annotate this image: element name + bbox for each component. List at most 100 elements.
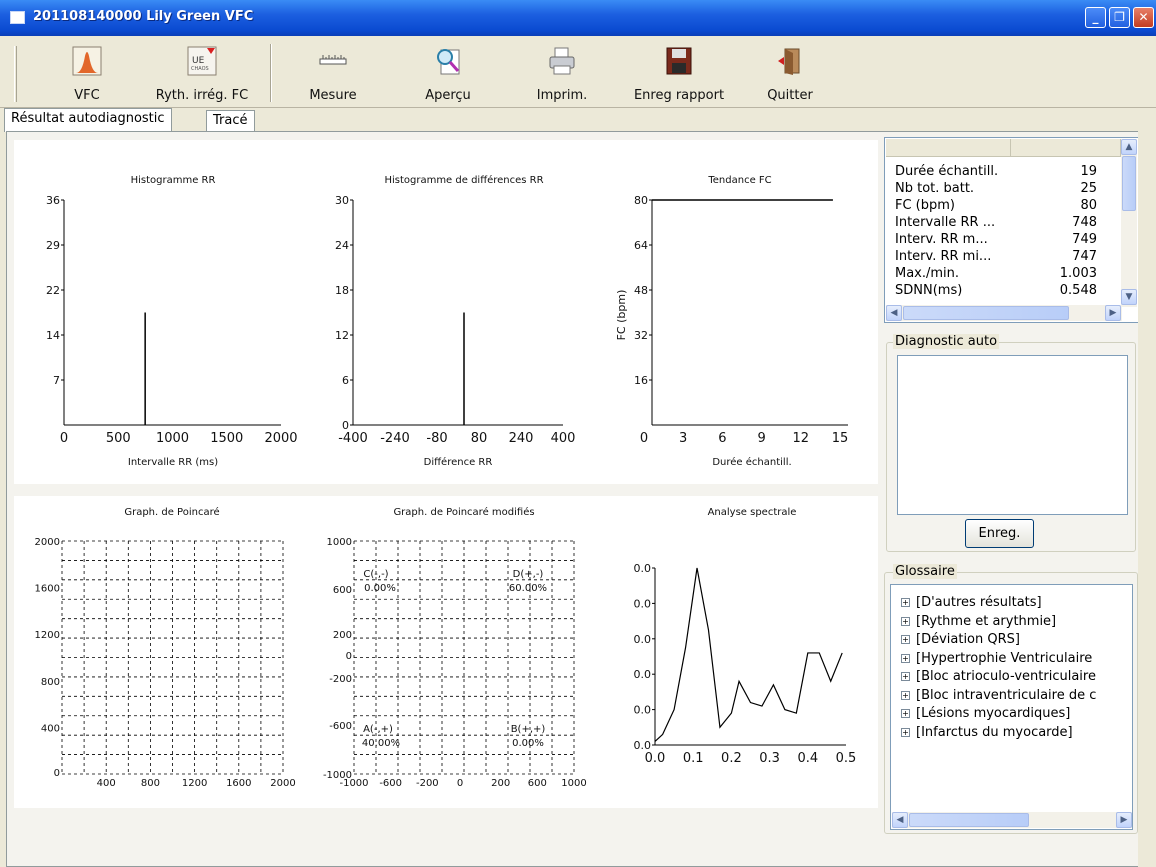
result-key: Max./min. xyxy=(895,266,960,281)
result-value: 80 xyxy=(1080,198,1097,213)
x-tick-label: 1600 xyxy=(226,778,251,789)
scroll-thumb[interactable] xyxy=(903,306,1069,320)
right-margin xyxy=(1138,131,1152,867)
y-tick-label: 64 xyxy=(634,239,648,252)
glossary-tree[interactable]: + [D'autres résultats] + [Rythme et arythmi… xyxy=(890,584,1133,830)
result-value: 1.003 xyxy=(1059,266,1097,281)
result-row[interactable]: Durée échantill. 19 xyxy=(895,164,1115,181)
x-tick-label: 3 xyxy=(679,431,687,446)
restore-button[interactable]: ❐ xyxy=(1109,7,1130,28)
quadrant-c-value: 0.00% xyxy=(364,583,396,594)
scroll-up-icon[interactable]: ▲ xyxy=(1121,139,1137,155)
x-tick-label: 12 xyxy=(793,431,810,446)
app-window: 201108140000 Lily Green VFC _ ❐ ✕ VFC UE… xyxy=(0,0,1156,867)
glossary-item[interactable]: + [Rythme et arythmie] xyxy=(901,614,1056,629)
result-key: Nb tot. batt. xyxy=(895,181,975,196)
x-tick-label: 400 xyxy=(97,778,116,789)
y-tick-label: 0.0 xyxy=(634,597,652,610)
y-tick-label: 7 xyxy=(53,374,60,387)
expand-plus-icon[interactable]: + xyxy=(901,616,910,626)
x-axis-label: Intervalle RR (ms) xyxy=(128,457,218,468)
y-tick-label: 400 xyxy=(41,723,60,734)
chart-title: Graph. de Poincaré modifiés xyxy=(393,506,534,518)
glossary-hscroll[interactable]: ◀ ▶ xyxy=(892,812,1132,828)
quadrant-d-value: 60.00% xyxy=(509,583,547,594)
y-tick-label: -200 xyxy=(329,674,352,685)
glossary-item[interactable]: + [Déviation QRS] xyxy=(901,632,1020,647)
scroll-right-icon[interactable]: ▶ xyxy=(1105,305,1121,321)
glossary-item[interactable]: + [Hypertrophie Ventriculaire xyxy=(901,651,1092,666)
x-tick-label: 1000 xyxy=(156,431,189,446)
glossary-item[interactable]: + [Lésions myocardiques] xyxy=(901,706,1070,721)
x-tick-label: 800 xyxy=(141,778,160,789)
x-tick-label: -200 xyxy=(416,778,439,789)
y-axis-label: FC (bpm) xyxy=(615,290,628,341)
glossary-item[interactable]: + [Bloc intraventriculaire de c xyxy=(901,688,1096,703)
expand-plus-icon[interactable]: + xyxy=(901,727,910,737)
scroll-down-icon[interactable]: ▼ xyxy=(1121,289,1137,305)
y-tick-label: 36 xyxy=(46,194,60,207)
close-button[interactable]: ✕ xyxy=(1133,7,1154,28)
minimize-button[interactable]: _ xyxy=(1085,7,1106,28)
y-tick-label: 6 xyxy=(342,374,349,387)
scroll-left-icon[interactable]: ◀ xyxy=(892,812,908,828)
y-tick-label: 1600 xyxy=(35,584,60,595)
y-tick-label: 48 xyxy=(634,284,648,297)
x-tick-label: 0.1 xyxy=(683,751,704,766)
scroll-left-icon[interactable]: ◀ xyxy=(886,305,902,321)
save-diagnostic-button[interactable]: Enreg. xyxy=(965,519,1034,548)
result-row[interactable]: SDNN(ms) 0.548 xyxy=(895,283,1115,300)
result-value: 25 xyxy=(1080,181,1097,196)
glossary-item[interactable]: + [Infarctus du myocarde] xyxy=(901,725,1073,740)
glossary-item[interactable]: + [Bloc atrioculo-ventriculaire xyxy=(901,669,1096,684)
result-row[interactable]: Interv. RR mi... 747 xyxy=(895,249,1115,266)
result-row[interactable]: Max./min. 1.003 xyxy=(895,266,1115,283)
result-row[interactable]: Nb tot. batt. 25 xyxy=(895,181,1115,198)
results-hscroll[interactable]: ◀ ▶ xyxy=(886,305,1122,321)
x-tick-label: 9 xyxy=(757,431,765,446)
diagnostic-label: Diagnostic auto xyxy=(893,334,1000,349)
quadrant-b-label: B(+,+) xyxy=(511,724,546,735)
chart-title: Histogramme de différences RR xyxy=(384,174,543,186)
y-tick-label: 0.0 xyxy=(634,562,652,575)
x-tick-label: -400 xyxy=(338,431,368,446)
x-tick-label: 500 xyxy=(106,431,131,446)
y-tick-label: 800 xyxy=(41,677,60,688)
scroll-thumb[interactable] xyxy=(1122,156,1136,211)
expand-plus-icon[interactable]: + xyxy=(901,598,910,607)
glossary-item-label: [Infarctus du myocarde] xyxy=(916,724,1073,740)
x-tick-label: 600 xyxy=(528,778,547,789)
y-tick-label: 0.0 xyxy=(634,704,652,717)
glossary-item[interactable]: + [D'autres résultats] xyxy=(901,595,1042,610)
y-tick-label: 0 xyxy=(54,768,60,779)
result-key: Interv. RR m... xyxy=(895,232,988,247)
expand-plus-icon[interactable]: + xyxy=(901,690,910,700)
result-key: Durée échantill. xyxy=(895,164,999,179)
scroll-thumb[interactable] xyxy=(909,813,1029,827)
result-value: 19 xyxy=(1080,164,1097,179)
expand-plus-icon[interactable]: + xyxy=(901,709,910,718)
result-row[interactable]: Intervalle RR ... 748 xyxy=(895,215,1115,232)
expand-plus-icon[interactable]: + xyxy=(901,653,910,663)
diagnostic-textbox[interactable] xyxy=(897,355,1128,515)
x-tick-label: 200 xyxy=(491,778,510,789)
x-tick-label: 1500 xyxy=(210,431,243,446)
results-listbox[interactable]: Durée échantill. 19 Nb tot. batt. 25 FC (bpm… xyxy=(884,137,1139,323)
y-tick-label: 1000 xyxy=(327,537,352,548)
x-axis-label: Durée échantill. xyxy=(712,456,791,468)
y-tick-label: 0.0 xyxy=(634,668,652,681)
result-key: SDNN(ms) xyxy=(895,283,963,298)
y-tick-label: -600 xyxy=(329,721,352,732)
x-tick-label: 0.5 xyxy=(836,751,857,766)
y-tick-label: 16 xyxy=(634,374,648,387)
result-row[interactable]: Interv. RR m... 749 xyxy=(895,232,1115,249)
x-tick-label: 1200 xyxy=(182,778,207,789)
result-row[interactable]: FC (bpm) 80 xyxy=(895,198,1115,215)
y-tick-label: 12 xyxy=(335,329,349,342)
results-vscroll[interactable]: ▲ ▼ xyxy=(1121,139,1137,307)
expand-plus-icon[interactable]: + xyxy=(901,635,910,644)
scroll-right-icon[interactable]: ▶ xyxy=(1116,812,1132,828)
expand-plus-icon[interactable]: + xyxy=(901,672,910,681)
chart-title: Histogramme RR xyxy=(131,175,216,186)
y-tick-label: 0.0 xyxy=(634,633,652,646)
